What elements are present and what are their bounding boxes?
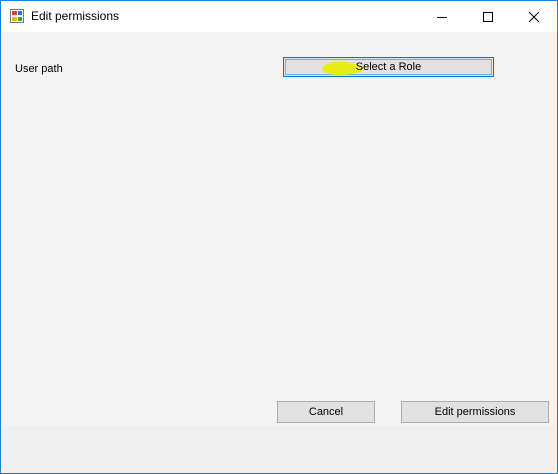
app-icon <box>10 9 24 23</box>
edit-permissions-button[interactable]: Edit permissions <box>401 401 549 423</box>
edit-permissions-window: Edit permissions User path Select a Role <box>0 0 558 474</box>
maximize-button[interactable] <box>465 1 511 32</box>
select-role-button[interactable]: Select a Role <box>283 57 494 77</box>
minimize-icon <box>437 16 447 18</box>
button-bar <box>1 426 557 473</box>
minimize-button[interactable] <box>419 1 465 32</box>
cancel-button[interactable]: Cancel <box>277 401 375 423</box>
select-role-label: Select a Role <box>355 61 422 73</box>
maximize-icon <box>483 11 493 22</box>
close-icon <box>529 11 539 22</box>
title-bar[interactable]: Edit permissions <box>1 1 557 32</box>
user-path-label: User path <box>15 63 63 75</box>
close-button[interactable] <box>511 1 557 32</box>
window-title: Edit permissions <box>31 9 120 23</box>
